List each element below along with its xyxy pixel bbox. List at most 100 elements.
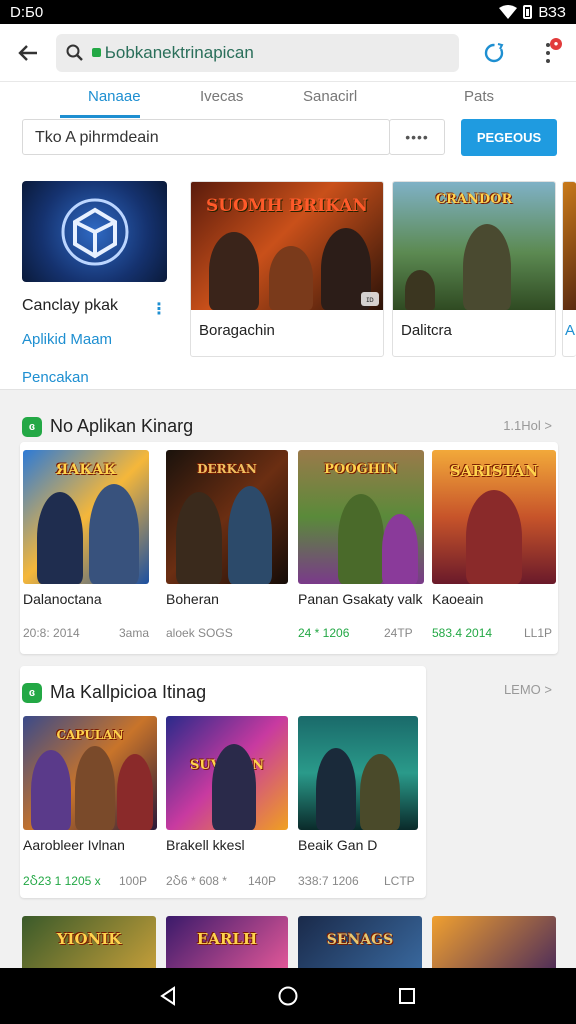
tab-4[interactable]: Pats <box>464 88 494 105</box>
app-tile[interactable]: YIONIK <box>22 916 156 968</box>
featured-link-2[interactable]: Pencakan <box>22 369 89 386</box>
app-tile[interactable]: SUVAHEN Brakell kkesl 2Ⴢ6 * 608 * 140P <box>166 716 288 888</box>
nav-home-icon <box>278 986 298 1006</box>
app-meta-2: LCTP <box>384 874 415 888</box>
tab-1[interactable]: Nanaae <box>88 88 141 105</box>
app-meta: 2Ⴢ6 * 608 * <box>166 874 227 888</box>
section-title: Ma Kallpicioa Itinag <box>50 682 207 702</box>
search-icon <box>66 44 83 61</box>
app-meta: aloek SOGS <box>166 626 233 640</box>
featured-card-label: A <box>565 322 576 339</box>
tab-bar: Nanaae Ivecas Sanacirl Pats <box>0 82 576 118</box>
game-cover-image <box>432 916 556 968</box>
app-tile[interactable]: ЯАКАК Dalanoctana 20:8: 2014 3ama <box>23 450 149 640</box>
featured-card-3[interactable]: A <box>562 181 576 357</box>
game-cover-image: ЯАКАК <box>23 450 149 584</box>
game-cover-image: CAPULAN <box>23 716 157 830</box>
featured-app[interactable]: Canclay pkak ⋮ Aplikid Maam Pencakan <box>22 181 167 386</box>
app-meta: 20:8: 2014 <box>23 626 80 640</box>
section-more-link[interactable]: 1.1Hol > <box>503 418 552 433</box>
back-button[interactable] <box>10 35 46 71</box>
app-meta-2: 140P <box>248 874 277 888</box>
section-more-link[interactable]: LEMO > <box>504 682 552 697</box>
section-icon: ɞ <box>22 682 42 703</box>
featured-card-label: Dalitcra <box>401 322 452 339</box>
status-bar: D:Б0 ВЗЗ <box>0 0 576 24</box>
app-name: Panan Gsakaty valk <box>298 591 423 607</box>
status-right-text: ВЗЗ <box>538 3 566 21</box>
app-tile[interactable] <box>432 916 556 968</box>
game-cover-image: SENAGS <box>298 916 422 968</box>
section-title: No Aplikan Kinarg <box>50 416 194 436</box>
app-dot-icon <box>91 48 101 57</box>
app-meta: 583.4 2014 <box>432 626 493 640</box>
featured-app-name: Canclay pkak <box>22 297 119 314</box>
app-meta-2: LL1P <box>524 626 553 640</box>
app-name: Boheran <box>166 591 219 607</box>
section-top-apps: ɞ No Aplikan Kinarg 1.1Hol > ЯАКАК Dalan… <box>0 390 576 660</box>
game-cover-image: DERKAN <box>166 450 288 584</box>
nav-back-icon <box>160 986 176 1006</box>
more-menu-button[interactable]: ● <box>530 33 566 73</box>
filter-options-button[interactable]: •••• <box>389 119 445 155</box>
search-bar[interactable]: Ьоbkanektrinapican <box>55 33 459 72</box>
filter-submit-button[interactable]: PEGEOUS <box>461 119 557 156</box>
app-tile[interactable]: POOGHIN Panan Gsakaty valk 24 * 1206 24T… <box>298 450 424 640</box>
system-nav-bar <box>0 968 576 1024</box>
game-cover-image <box>563 182 576 310</box>
app-bar: Ьоbkanektrinapican ● <box>0 24 576 82</box>
game-cover-image: SUVAHEN <box>166 716 288 830</box>
app-tile[interactable]: DERKAN Boheran aloek SOGS <box>166 450 288 640</box>
nav-home-button[interactable] <box>268 976 308 1016</box>
game-cover-image: EARLH <box>166 916 288 968</box>
filter-row: Tko A pihrmdeain •••• PEGEOUS <box>0 118 576 172</box>
app-tile[interactable]: SARISTAN Kaoeain 583.4 2014 LL1P <box>432 450 556 640</box>
battery-icon <box>523 5 533 19</box>
more-vert-icon[interactable]: ⋮ <box>151 299 167 319</box>
featured-card-2[interactable]: CRANDOR Dalitcra <box>392 181 556 357</box>
game-cover-image: SARISTAN <box>432 450 556 584</box>
tab-3[interactable]: Sanacirl <box>303 88 357 105</box>
app-name: Aarobleer Ivlnan <box>23 837 125 853</box>
featured-link-1[interactable]: Aplikid Maam <box>22 331 112 348</box>
app-tile[interactable]: EARLH <box>166 916 288 968</box>
section-icon: ɞ <box>22 416 42 437</box>
app-meta-2: 3ama <box>119 626 150 640</box>
app-tile[interactable]: SENAGS <box>298 916 422 968</box>
filter-input[interactable]: Tko A pihrmdeain <box>22 119 390 155</box>
app-meta: 24 * 1206 <box>298 626 350 640</box>
game-cover-image <box>298 716 418 830</box>
search-text: Ьоbkanektrinapican <box>104 42 254 62</box>
nav-recents-button[interactable] <box>387 976 427 1016</box>
app-logo-icon <box>61 198 128 265</box>
section-panel: ɞ Ma Kallpicioa Itinag CAPULAN Aarobleer… <box>20 666 426 898</box>
app-name: Beaik Gan D <box>298 837 378 853</box>
app-tile[interactable]: CAPULAN Aarobleer Ivlnan 2Ⴢ23 1 1205 x 1… <box>23 716 157 888</box>
app-meta-2: 100P <box>119 874 148 888</box>
featured-app-thumb <box>22 181 167 282</box>
app-meta-2: 24TP <box>384 626 413 640</box>
nav-recents-icon <box>398 988 415 1004</box>
nav-back-button[interactable] <box>149 976 189 1016</box>
section-recommended-apps: ɞ Ma Kallpicioa Itinag CAPULAN Aarobleer… <box>0 662 576 908</box>
back-arrow-icon <box>18 44 37 61</box>
sync-button[interactable] <box>475 33 515 73</box>
section-more-apps: YIONIK EARLH SENAGS <box>0 916 576 968</box>
app-name: Dalanoctana <box>23 591 102 607</box>
game-cover-image: CRANDOR <box>393 182 555 310</box>
app-tile[interactable]: Beaik Gan D 3З8:7 1206 LCTP <box>298 716 418 888</box>
game-cover-image: POOGHIN <box>298 450 424 584</box>
section-panel: ЯАКАК Dalanoctana 20:8: 2014 3ama DERKAN… <box>20 442 558 654</box>
status-time: D:Б0 <box>10 3 44 21</box>
game-cover-image: SUOMH BRIKAN ɪᴅ <box>191 182 383 310</box>
tab-2[interactable]: Ivecas <box>200 88 243 105</box>
game-cover-image: YIONIK <box>22 916 156 968</box>
featured-card-1[interactable]: SUOMH BRIKAN ɪᴅ Boragachin <box>190 181 384 357</box>
app-name: Brakell kkesl <box>166 837 245 853</box>
featured-card-label: Boragachin <box>199 322 275 339</box>
app-name: Kaoeain <box>432 591 484 607</box>
app-meta: 2Ⴢ23 1 1205 x <box>23 874 101 888</box>
cover-title: SUOMH BRIKAN <box>206 196 368 216</box>
content-rating-badge: ɪᴅ <box>361 292 379 306</box>
cover-title: CRANDOR <box>435 192 513 207</box>
